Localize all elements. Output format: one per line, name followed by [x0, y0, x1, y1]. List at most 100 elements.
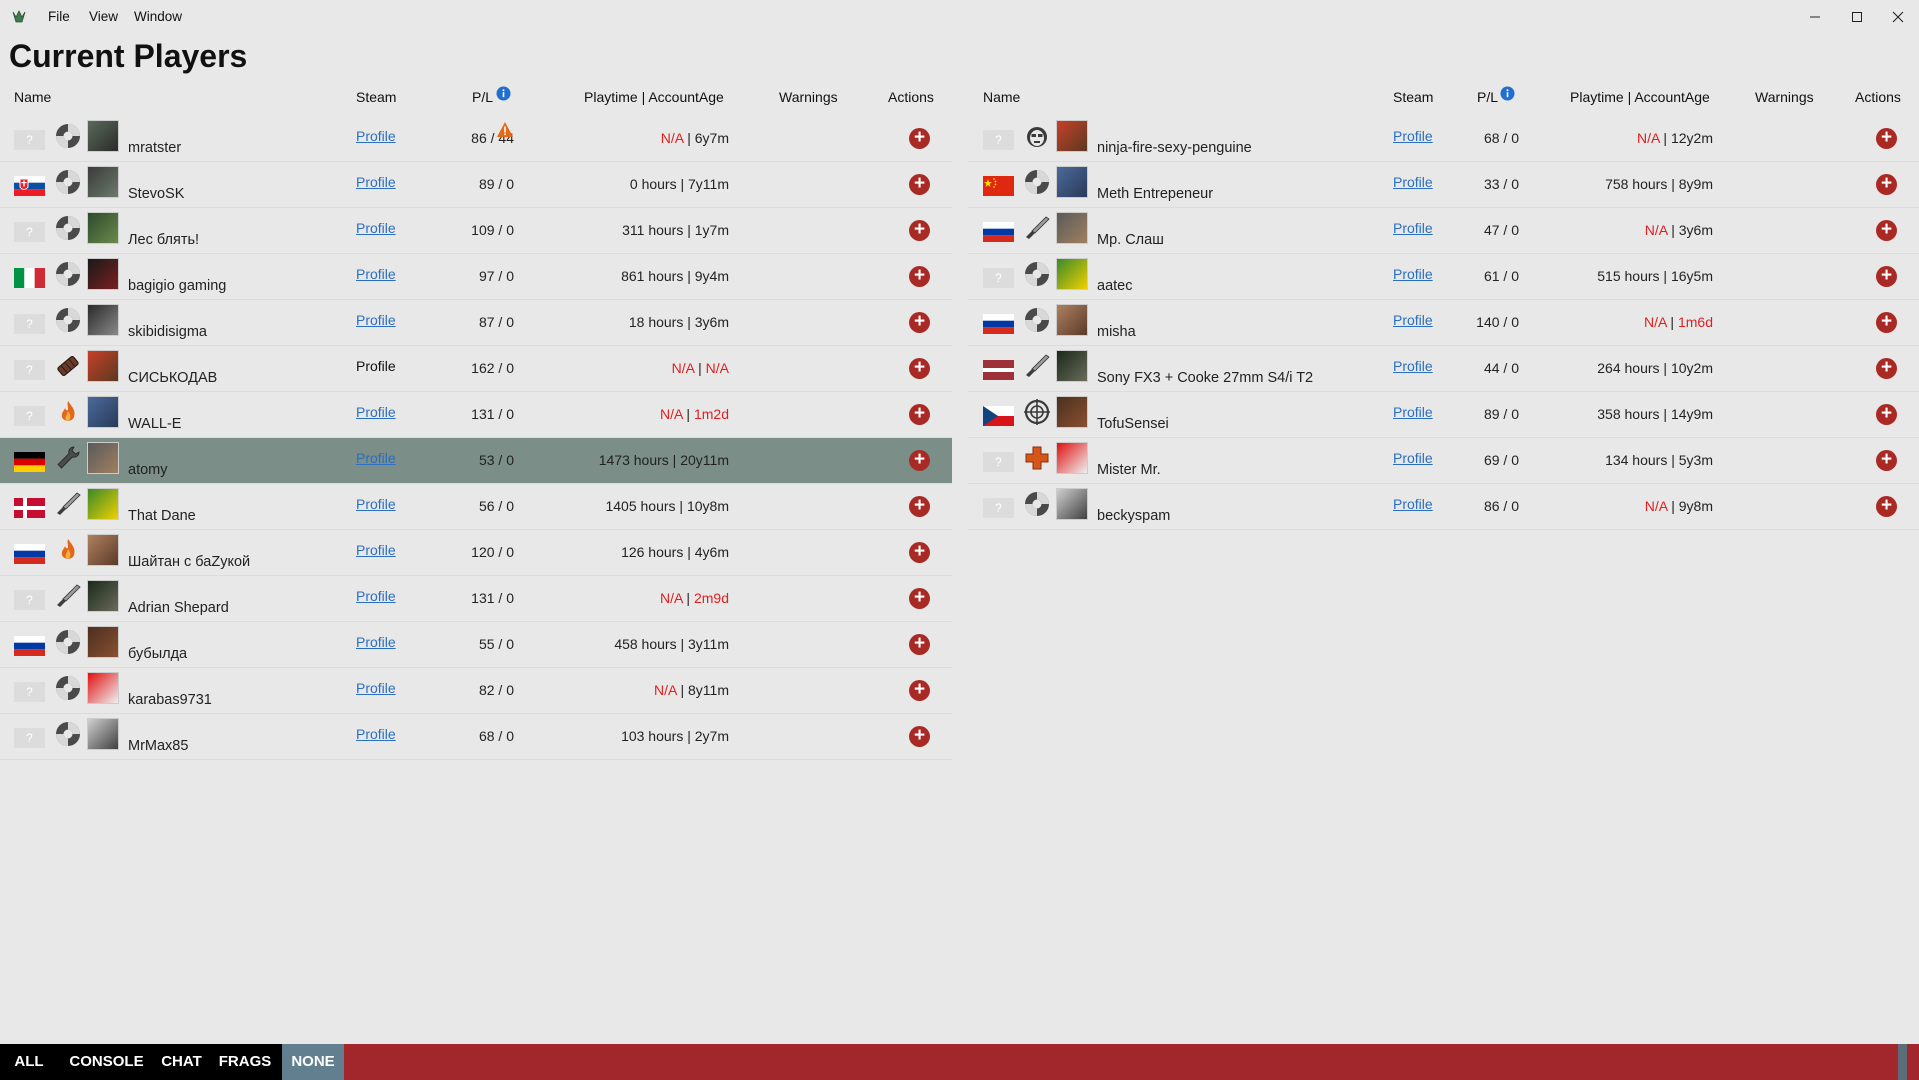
add-action-button[interactable]: + — [1876, 220, 1897, 241]
steam-profile-link[interactable]: Profile — [356, 496, 396, 512]
scrollbar[interactable] — [1898, 1044, 1907, 1080]
tab-all[interactable]: ALL — [0, 1044, 58, 1080]
steam-profile-link[interactable]: Profile — [356, 588, 396, 604]
player-row[interactable]: ? Mister Mr. Profile 69 / 0 134 hours | 5y3m… — [968, 438, 1919, 484]
column-header-warnings[interactable]: Warnings — [779, 89, 838, 105]
add-action-button[interactable]: + — [909, 404, 930, 425]
add-action-button[interactable]: + — [909, 450, 930, 471]
steam-profile-link[interactable]: Profile — [356, 634, 396, 650]
steam-profile-link[interactable]: Profile — [356, 174, 396, 190]
player-row[interactable]: ? beckyspam Profile 86 / 0 N/A | 9y8m + — [968, 484, 1919, 530]
avatar[interactable] — [1056, 350, 1088, 382]
column-header-steam[interactable]: Steam — [356, 89, 396, 105]
info-icon[interactable] — [1500, 86, 1515, 101]
tab-chat[interactable]: CHAT — [155, 1044, 208, 1080]
close-icon[interactable] — [1883, 5, 1913, 29]
avatar[interactable] — [87, 350, 119, 382]
add-action-button[interactable]: + — [1876, 450, 1897, 471]
avatar[interactable] — [1056, 304, 1088, 336]
avatar[interactable] — [87, 258, 119, 290]
avatar[interactable] — [1056, 396, 1088, 428]
avatar[interactable] — [87, 166, 119, 198]
player-row[interactable]: StevoSK Profile 89 / 0 0 hours | 7y11m + — [0, 162, 952, 208]
player-row[interactable]: bagigio gaming Profile 97 / 0 861 hours | 9… — [0, 254, 952, 300]
player-row[interactable]: ? Лес блять! Profile 109 / 0 311 hours | 1y7… — [0, 208, 952, 254]
column-header-pl[interactable]: P/L — [1477, 89, 1498, 105]
add-action-button[interactable]: + — [909, 588, 930, 609]
steam-profile-link[interactable]: Profile — [356, 128, 396, 144]
avatar[interactable] — [1056, 166, 1088, 198]
avatar[interactable] — [87, 442, 119, 474]
maximize-icon[interactable] — [1842, 5, 1872, 29]
add-action-button[interactable]: + — [1876, 174, 1897, 195]
column-header-name[interactable]: Name — [983, 89, 1020, 105]
steam-profile-link[interactable]: Profile — [356, 220, 396, 236]
column-header-playtime[interactable]: Playtime | AccountAge — [584, 89, 724, 105]
steam-profile-link[interactable]: Profile — [1393, 450, 1433, 466]
player-row[interactable]: ? СИСЬКОДАВ Profile 162 / 0 N/A | N/A + — [0, 346, 952, 392]
player-row[interactable]: ? skibidisigma Profile 87 / 0 18 hours | 3y6… — [0, 300, 952, 346]
player-row[interactable]: Sony FX3 + Cooke 27mm S4/i T2 Profile 44 /… — [968, 346, 1919, 392]
steam-profile-link[interactable]: Profile — [356, 312, 396, 328]
avatar[interactable] — [1056, 442, 1088, 474]
avatar[interactable] — [87, 120, 119, 152]
add-action-button[interactable]: + — [909, 266, 930, 287]
add-action-button[interactable]: + — [909, 312, 930, 333]
player-row[interactable]: ? karabas9731 Profile 82 / 0 N/A | 8y11m + — [0, 668, 952, 714]
column-header-playtime[interactable]: Playtime | AccountAge — [1570, 89, 1710, 105]
add-action-button[interactable]: + — [1876, 312, 1897, 333]
avatar[interactable] — [87, 488, 119, 520]
player-row[interactable]: ? mratster Profile 86 / 44 N/A | 6y7m + — [0, 116, 952, 162]
player-row[interactable]: ? Adrian Shepard Profile 131 / 0 N/A | 2m9d + — [0, 576, 952, 622]
avatar[interactable] — [87, 212, 119, 244]
player-row[interactable]: misha Profile 140 / 0 N/A | 1m6d + — [968, 300, 1919, 346]
column-header-name[interactable]: Name — [14, 89, 51, 105]
add-action-button[interactable]: + — [1876, 358, 1897, 379]
add-action-button[interactable]: + — [909, 634, 930, 655]
tab-console[interactable]: CONSOLE — [58, 1044, 155, 1080]
avatar[interactable] — [87, 534, 119, 566]
steam-profile-link[interactable]: Profile — [1393, 128, 1433, 144]
add-action-button[interactable]: + — [1876, 128, 1897, 149]
add-action-button[interactable]: + — [909, 542, 930, 563]
player-row[interactable]: ? WALL-E Profile 131 / 0 N/A | 1m2d + — [0, 392, 952, 438]
add-action-button[interactable]: + — [1876, 496, 1897, 517]
player-row[interactable]: Мр. Слаш Profile 47 / 0 N/A | 3y6m + — [968, 208, 1919, 254]
steam-profile-link[interactable]: Profile — [1393, 220, 1433, 236]
add-action-button[interactable]: + — [1876, 404, 1897, 425]
steam-profile-link[interactable]: Profile — [356, 680, 396, 696]
steam-profile-link[interactable]: Profile — [356, 542, 396, 558]
add-action-button[interactable]: + — [909, 128, 930, 149]
minimize-icon[interactable] — [1800, 5, 1830, 29]
player-row[interactable]: ? aatec Profile 61 / 0 515 hours | 16y5m + — [968, 254, 1919, 300]
player-row[interactable]: бубылда Profile 55 / 0 458 hours | 3y11m + — [0, 622, 952, 668]
steam-profile-link[interactable]: Profile — [356, 404, 396, 420]
player-row[interactable]: Meth Entrepeneur Profile 33 / 0 758 hours |… — [968, 162, 1919, 208]
add-action-button[interactable]: + — [1876, 266, 1897, 287]
player-row[interactable]: That Dane Profile 56 / 0 1405 hours | 10y8m… — [0, 484, 952, 530]
steam-profile-link[interactable]: Profile — [356, 726, 396, 742]
avatar[interactable] — [1056, 488, 1088, 520]
player-row[interactable]: TofuSensei Profile 89 / 0 358 hours | 14y9m… — [968, 392, 1919, 438]
add-action-button[interactable]: + — [909, 726, 930, 747]
steam-profile-link[interactable]: Profile — [1393, 174, 1433, 190]
player-row[interactable]: atomy Profile 53 / 0 1473 hours | 20y11m + — [0, 438, 952, 484]
avatar[interactable] — [87, 672, 119, 704]
info-icon[interactable] — [496, 86, 511, 101]
avatar[interactable] — [87, 626, 119, 658]
menu-file[interactable]: File — [48, 9, 70, 24]
tab-frags[interactable]: FRAGS — [208, 1044, 282, 1080]
menu-window[interactable]: Window — [134, 9, 182, 24]
avatar[interactable] — [87, 396, 119, 428]
avatar[interactable] — [1056, 120, 1088, 152]
column-header-pl[interactable]: P/L — [472, 89, 493, 105]
tab-none[interactable]: NONE — [282, 1044, 344, 1080]
avatar[interactable] — [87, 580, 119, 612]
steam-profile-link[interactable]: Profile — [1393, 312, 1433, 328]
player-row[interactable]: ? ninja-fire-sexy-penguine Profile 68 / 0 N/… — [968, 116, 1919, 162]
avatar[interactable] — [87, 718, 119, 750]
column-header-warnings[interactable]: Warnings — [1755, 89, 1814, 105]
steam-profile-link[interactable]: Profile — [1393, 404, 1433, 420]
player-row[interactable]: ? MrMax85 Profile 68 / 0 103 hours | 2y7m + — [0, 714, 952, 760]
avatar[interactable] — [1056, 212, 1088, 244]
